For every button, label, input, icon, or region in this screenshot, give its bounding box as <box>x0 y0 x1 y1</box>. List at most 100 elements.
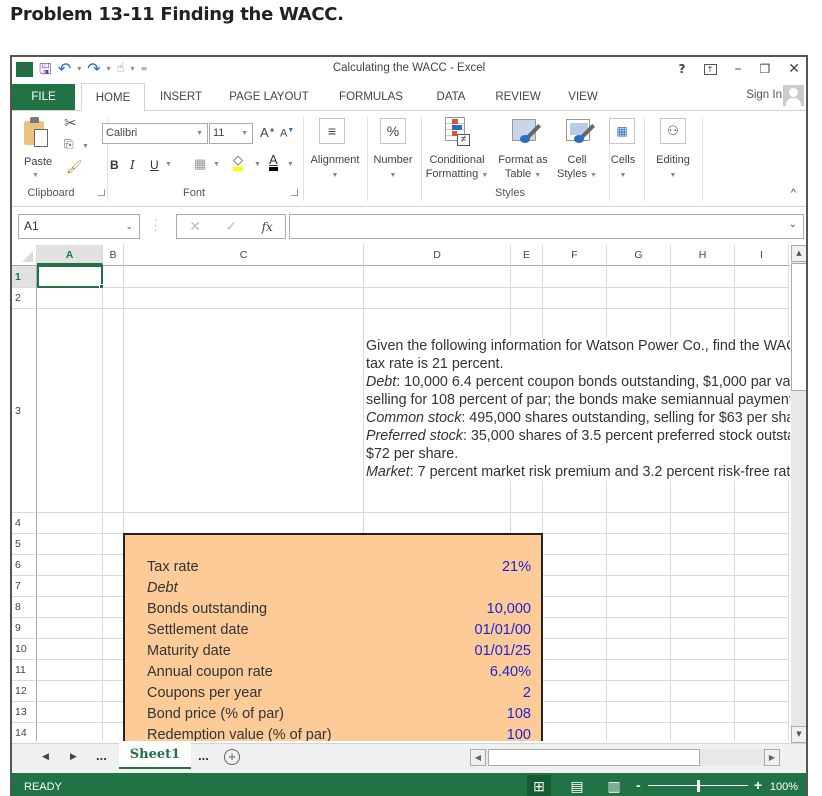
bold-button[interactable]: B <box>110 157 119 173</box>
collapse-ribbon-icon[interactable]: ^ <box>791 187 796 199</box>
spreadsheet-grid[interactable]: ABCDEFGHI Given the following informatio… <box>12 245 790 741</box>
shrink-font-icon[interactable]: A▼ <box>280 127 294 140</box>
cell-styles-icon[interactable] <box>566 119 596 147</box>
row-header-2[interactable]: 2 <box>12 288 37 309</box>
column-header-h[interactable]: H <box>671 245 735 265</box>
column-header-e[interactable]: E <box>511 245 543 265</box>
fill-handle[interactable] <box>99 284 104 289</box>
previous-sheet-icon[interactable]: ◀ <box>42 751 49 762</box>
data-label[interactable]: Tax rate <box>147 557 199 578</box>
column-header-b[interactable]: B <box>103 245 124 265</box>
row-header-9[interactable]: 9 <box>12 618 37 639</box>
page-break-preview-icon[interactable]: ▥ <box>602 775 626 796</box>
paste-dropdown-icon[interactable]: ▼ <box>32 172 39 179</box>
tab-insert[interactable]: INSERT <box>154 83 208 111</box>
zoom-level[interactable]: 100% <box>770 781 798 793</box>
font-launcher-icon[interactable] <box>291 189 298 196</box>
row-header-8[interactable]: 8 <box>12 597 37 618</box>
help-icon[interactable]: ? <box>679 60 686 78</box>
clipboard-launcher-icon[interactable] <box>98 189 105 196</box>
zoom-out-button[interactable]: - <box>636 777 641 793</box>
fill-color-icon[interactable]: ◇ <box>233 153 243 171</box>
row-header-13[interactable]: 13 <box>12 702 37 723</box>
italic-button[interactable]: I <box>130 157 135 173</box>
ribbon-display-options-icon[interactable]: ↑ <box>703 63 717 75</box>
editing-button[interactable]: Editing ▼ <box>648 153 698 183</box>
find-binoculars-icon[interactable]: ⚇ <box>660 118 686 144</box>
paste-icon[interactable] <box>24 117 50 149</box>
data-label[interactable]: Maturity date <box>147 641 231 662</box>
column-header-f[interactable]: F <box>543 245 607 265</box>
cells-icon[interactable]: ▦ <box>609 118 635 144</box>
select-all-button[interactable] <box>12 245 37 265</box>
more-sheets-right[interactable]: ... <box>198 748 209 763</box>
alignment-button[interactable]: Alignment ▼ <box>305 153 365 183</box>
data-value[interactable]: 100 <box>507 725 531 741</box>
cancel-entry-icon[interactable]: ✕ <box>189 219 201 235</box>
row-header-7[interactable]: 7 <box>12 576 37 597</box>
conditional-formatting-icon[interactable]: ≠ <box>445 117 473 147</box>
tab-file[interactable]: FILE <box>12 84 75 110</box>
font-color-icon[interactable]: A <box>269 153 278 171</box>
row-header-12[interactable]: 12 <box>12 681 37 702</box>
tab-view[interactable]: VIEW <box>562 83 604 111</box>
font-size-select[interactable]: 11 ▼ <box>209 123 253 144</box>
close-icon[interactable]: ✕ <box>788 60 800 78</box>
borders-dropdown-icon[interactable]: ▼ <box>213 161 220 168</box>
formula-input[interactable]: ⌄ <box>289 214 804 239</box>
copy-dropdown-icon[interactable]: ▼ <box>82 143 89 150</box>
scroll-left-icon[interactable]: ◀ <box>470 749 486 766</box>
column-header-d[interactable]: D <box>364 245 511 265</box>
problem-text-cell[interactable]: Given the following information for Wats… <box>366 337 790 481</box>
data-value[interactable]: 01/01/00 <box>475 620 531 641</box>
data-value[interactable]: 6.40% <box>490 662 531 683</box>
data-label[interactable]: Debt <box>147 578 178 599</box>
vertical-scrollbar[interactable]: ▲ ▼ <box>791 245 806 743</box>
scroll-down-icon[interactable]: ▼ <box>791 726 806 743</box>
font-color-dropdown-icon[interactable]: ▼ <box>287 161 294 168</box>
expand-formula-bar-icon[interactable]: ⌄ <box>789 219 797 230</box>
paste-button[interactable]: Paste ▼ <box>24 156 52 180</box>
format-as-table-button[interactable]: Format as Table ▼ <box>494 153 552 183</box>
row-header-10[interactable]: 10 <box>12 639 37 660</box>
borders-icon[interactable]: ▦ <box>194 156 206 172</box>
column-header-a[interactable]: A <box>37 245 103 265</box>
normal-view-icon[interactable]: ⊞ <box>527 775 551 796</box>
horizontal-scrollbar[interactable]: ◀ ▶ <box>470 749 780 766</box>
horizontal-scroll-thumb[interactable] <box>488 749 700 766</box>
cell-styles-button[interactable]: Cell Styles ▼ <box>552 153 602 183</box>
tab-review[interactable]: REVIEW <box>490 83 546 111</box>
data-label[interactable]: Settlement date <box>147 620 249 641</box>
formula-bar-resize-handle[interactable]: · · · <box>154 217 158 237</box>
data-value[interactable]: 2 <box>523 683 531 704</box>
cells-button[interactable]: Cells ▼ <box>606 153 640 183</box>
column-header-g[interactable]: G <box>607 245 671 265</box>
alignment-icon[interactable]: ≡ <box>319 118 345 144</box>
conditional-formatting-button[interactable]: Conditional Formatting ▼ <box>424 153 490 183</box>
avatar[interactable] <box>783 85 804 106</box>
row-header-11[interactable]: 11 <box>12 660 37 681</box>
underline-button[interactable]: U <box>150 157 159 173</box>
data-value[interactable]: 10,000 <box>487 599 531 620</box>
data-value[interactable]: 01/01/25 <box>475 641 531 662</box>
row-header-14[interactable]: 14 <box>12 723 37 741</box>
add-sheet-icon[interactable]: + <box>224 749 240 765</box>
number-format-icon[interactable]: % <box>380 118 406 144</box>
copy-icon[interactable]: ⎘ <box>64 137 74 152</box>
column-header-i[interactable]: I <box>735 245 789 265</box>
grow-font-icon[interactable]: A▲ <box>260 125 276 140</box>
tab-page-layout[interactable]: PAGE LAYOUT <box>224 83 314 111</box>
font-name-select[interactable]: Calibri ▼ <box>102 123 208 144</box>
row-header-4[interactable]: 4 <box>12 513 37 534</box>
number-button[interactable]: Number ▼ <box>369 153 417 183</box>
column-header-c[interactable]: C <box>124 245 364 265</box>
restore-icon[interactable]: ❐ <box>760 60 771 78</box>
vertical-scroll-thumb[interactable] <box>791 263 806 391</box>
zoom-slider-thumb[interactable] <box>697 780 700 792</box>
cut-icon[interactable]: ✂ <box>64 114 77 132</box>
row-header-5[interactable]: 5 <box>12 534 37 555</box>
format-as-table-icon[interactable] <box>512 119 542 147</box>
zoom-in-button[interactable]: + <box>754 777 762 793</box>
data-label[interactable]: Annual coupon rate <box>147 662 273 683</box>
tab-formulas[interactable]: FORMULAS <box>334 83 408 111</box>
